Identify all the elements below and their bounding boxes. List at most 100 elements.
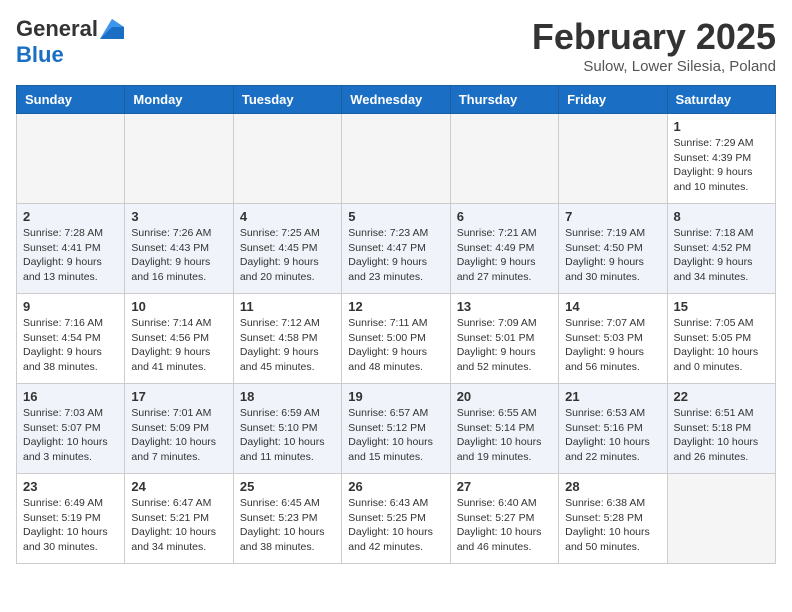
calendar-cell [17, 114, 125, 204]
weekday-header-monday: Monday [125, 86, 233, 114]
calendar-cell: 13 Sunrise: 7:09 AM Sunset: 5:01 PM Dayli… [450, 294, 558, 384]
location-text: Sulow, Lower Silesia, Poland [532, 58, 776, 75]
calendar-week-1: 1 Sunrise: 7:29 AM Sunset: 4:39 PM Daylig… [17, 114, 776, 204]
calendar-cell: 23 Sunrise: 6:49 AM Sunset: 5:19 PM Dayli… [17, 474, 125, 564]
calendar-week-3: 9 Sunrise: 7:16 AM Sunset: 4:54 PM Daylig… [17, 294, 776, 384]
logo-icon [100, 19, 124, 39]
day-number: 8 [674, 209, 769, 224]
day-number: 3 [131, 209, 226, 224]
calendar-cell [233, 114, 341, 204]
day-number: 6 [457, 209, 552, 224]
day-number: 27 [457, 479, 552, 494]
calendar-cell [125, 114, 233, 204]
calendar-cell: 9 Sunrise: 7:16 AM Sunset: 4:54 PM Daylig… [17, 294, 125, 384]
calendar-cell: 17Sunrise: 7:01 AM Sunset: 5:09 PM Dayli… [125, 384, 233, 474]
day-info: Sunrise: 7:29 AM Sunset: 4:39 PM Dayligh… [674, 136, 769, 195]
day-info: Sunrise: 6:40 AM Sunset: 5:27 PM Dayligh… [457, 496, 552, 555]
day-info: Sunrise: 7:05 AM Sunset: 5:05 PM Dayligh… [674, 316, 769, 375]
calendar-cell [667, 474, 775, 564]
calendar-cell: 7 Sunrise: 7:19 AM Sunset: 4:50 PM Daylig… [559, 204, 667, 294]
page-header: General Blue February 2025 Sulow, Lower … [16, 16, 776, 75]
calendar-cell [450, 114, 558, 204]
day-number: 11 [240, 299, 335, 314]
day-info: Sunrise: 7:03 AM Sunset: 5:07 PM Dayligh… [23, 406, 118, 465]
day-info: Sunrise: 6:38 AM Sunset: 5:28 PM Dayligh… [565, 496, 660, 555]
day-info: Sunrise: 7:09 AM Sunset: 5:01 PM Dayligh… [457, 316, 552, 375]
calendar-cell: 25 Sunrise: 6:45 AM Sunset: 5:23 PM Dayli… [233, 474, 341, 564]
calendar-table: SundayMondayTuesdayWednesdayThursdayFrid… [16, 85, 776, 564]
weekday-header-row: SundayMondayTuesdayWednesdayThursdayFrid… [17, 86, 776, 114]
calendar-cell: 8 Sunrise: 7:18 AM Sunset: 4:52 PM Daylig… [667, 204, 775, 294]
logo-blue-text: Blue [16, 42, 64, 68]
calendar-cell: 26 Sunrise: 6:43 AM Sunset: 5:25 PM Dayli… [342, 474, 450, 564]
day-info: Sunrise: 7:18 AM Sunset: 4:52 PM Dayligh… [674, 226, 769, 285]
day-info: Sunrise: 7:14 AM Sunset: 4:56 PM Dayligh… [131, 316, 226, 375]
calendar-cell: 27 Sunrise: 6:40 AM Sunset: 5:27 PM Dayli… [450, 474, 558, 564]
calendar-week-5: 23 Sunrise: 6:49 AM Sunset: 5:19 PM Dayli… [17, 474, 776, 564]
day-info: Sunrise: 6:49 AM Sunset: 5:19 PM Dayligh… [23, 496, 118, 555]
day-number: 2 [23, 209, 118, 224]
day-number: 14 [565, 299, 660, 314]
day-number: 1 [674, 119, 769, 134]
day-info: Sunrise: 7:16 AM Sunset: 4:54 PM Dayligh… [23, 316, 118, 375]
calendar-cell: 1 Sunrise: 7:29 AM Sunset: 4:39 PM Daylig… [667, 114, 775, 204]
day-info: Sunrise: 7:26 AM Sunset: 4:43 PM Dayligh… [131, 226, 226, 285]
calendar-week-4: 16 Sunrise: 7:03 AM Sunset: 5:07 PM Dayli… [17, 384, 776, 474]
calendar-cell: 3 Sunrise: 7:26 AM Sunset: 4:43 PM Daylig… [125, 204, 233, 294]
day-info: Sunrise: 7:07 AM Sunset: 5:03 PM Dayligh… [565, 316, 660, 375]
calendar-cell: 11 Sunrise: 7:12 AM Sunset: 4:58 PM Dayli… [233, 294, 341, 384]
calendar-cell: 14 Sunrise: 7:07 AM Sunset: 5:03 PM Dayli… [559, 294, 667, 384]
month-title: February 2025 [532, 16, 776, 58]
day-number: 20 [457, 389, 552, 404]
day-info: Sunrise: 6:43 AM Sunset: 5:25 PM Dayligh… [348, 496, 443, 555]
calendar-cell [559, 114, 667, 204]
day-number: 10 [131, 299, 226, 314]
calendar-week-2: 2 Sunrise: 7:28 AM Sunset: 4:41 PM Daylig… [17, 204, 776, 294]
day-number: 25 [240, 479, 335, 494]
logo: General Blue [16, 16, 124, 68]
weekday-header-thursday: Thursday [450, 86, 558, 114]
day-number: 4 [240, 209, 335, 224]
day-number: 18 [240, 389, 335, 404]
calendar-cell: 5Sunrise: 7:23 AM Sunset: 4:47 PM Daylig… [342, 204, 450, 294]
calendar-cell: 19 Sunrise: 6:57 AM Sunset: 5:12 PM Dayli… [342, 384, 450, 474]
day-info: Sunrise: 6:45 AM Sunset: 5:23 PM Dayligh… [240, 496, 335, 555]
day-info: Sunrise: 6:57 AM Sunset: 5:12 PM Dayligh… [348, 406, 443, 465]
day-number: 22 [674, 389, 769, 404]
day-number: 21 [565, 389, 660, 404]
day-number: 26 [348, 479, 443, 494]
weekday-header-wednesday: Wednesday [342, 86, 450, 114]
weekday-header-tuesday: Tuesday [233, 86, 341, 114]
calendar-cell: 6Sunrise: 7:21 AM Sunset: 4:49 PM Daylig… [450, 204, 558, 294]
calendar-cell: 2 Sunrise: 7:28 AM Sunset: 4:41 PM Daylig… [17, 204, 125, 294]
day-info: Sunrise: 7:19 AM Sunset: 4:50 PM Dayligh… [565, 226, 660, 285]
day-number: 24 [131, 479, 226, 494]
day-number: 13 [457, 299, 552, 314]
calendar-cell: 20 Sunrise: 6:55 AM Sunset: 5:14 PM Dayli… [450, 384, 558, 474]
calendar-cell: 12Sunrise: 7:11 AM Sunset: 5:00 PM Dayli… [342, 294, 450, 384]
calendar-cell: 18Sunrise: 6:59 AM Sunset: 5:10 PM Dayli… [233, 384, 341, 474]
day-number: 16 [23, 389, 118, 404]
title-section: February 2025 Sulow, Lower Silesia, Pola… [532, 16, 776, 75]
weekday-header-friday: Friday [559, 86, 667, 114]
day-info: Sunrise: 7:12 AM Sunset: 4:58 PM Dayligh… [240, 316, 335, 375]
day-number: 19 [348, 389, 443, 404]
calendar-cell: 10 Sunrise: 7:14 AM Sunset: 4:56 PM Dayli… [125, 294, 233, 384]
day-number: 9 [23, 299, 118, 314]
day-number: 7 [565, 209, 660, 224]
weekday-header-sunday: Sunday [17, 86, 125, 114]
day-number: 5 [348, 209, 443, 224]
day-info: Sunrise: 6:55 AM Sunset: 5:14 PM Dayligh… [457, 406, 552, 465]
calendar-cell: 28 Sunrise: 6:38 AM Sunset: 5:28 PM Dayli… [559, 474, 667, 564]
day-number: 28 [565, 479, 660, 494]
day-info: Sunrise: 7:28 AM Sunset: 4:41 PM Dayligh… [23, 226, 118, 285]
day-info: Sunrise: 7:25 AM Sunset: 4:45 PM Dayligh… [240, 226, 335, 285]
logo-general-text: General [16, 16, 98, 42]
day-number: 23 [23, 479, 118, 494]
calendar-cell: 22Sunrise: 6:51 AM Sunset: 5:18 PM Dayli… [667, 384, 775, 474]
calendar-cell: 15 Sunrise: 7:05 AM Sunset: 5:05 PM Dayli… [667, 294, 775, 384]
day-number: 17 [131, 389, 226, 404]
calendar-cell: 4 Sunrise: 7:25 AM Sunset: 4:45 PM Daylig… [233, 204, 341, 294]
calendar-cell: 24Sunrise: 6:47 AM Sunset: 5:21 PM Dayli… [125, 474, 233, 564]
day-number: 15 [674, 299, 769, 314]
